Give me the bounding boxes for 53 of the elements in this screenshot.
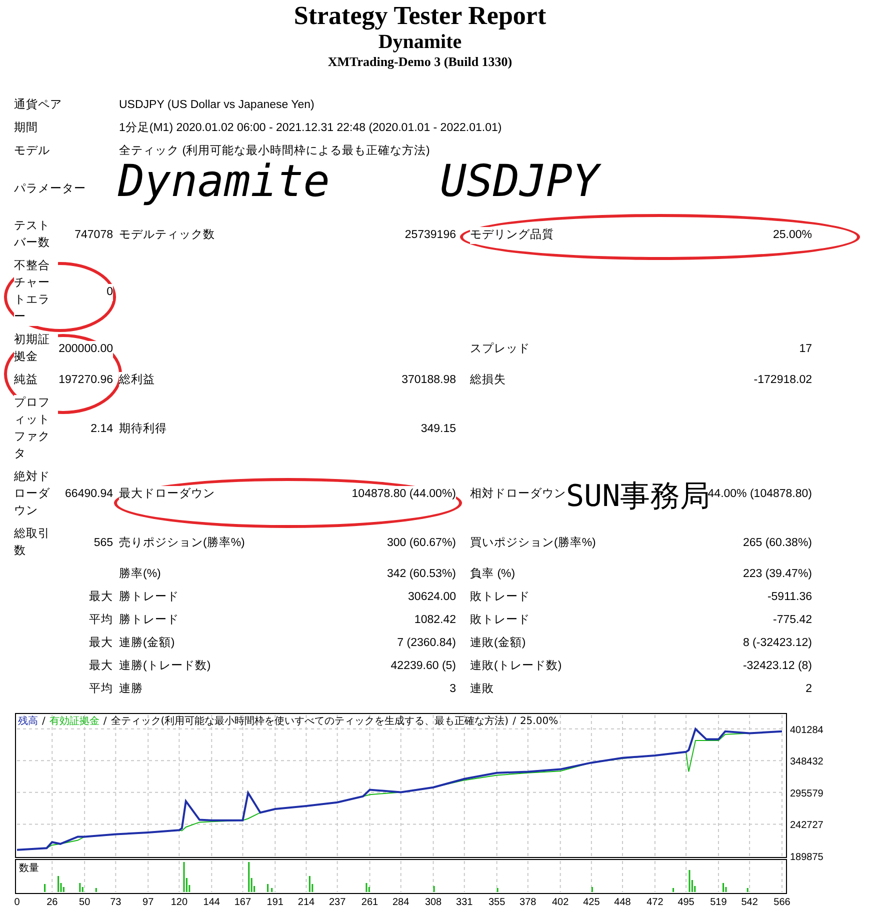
x-tick-label: 402 xyxy=(552,897,569,908)
x-tick-label: 355 xyxy=(488,897,506,908)
legend-separator: / xyxy=(42,716,46,727)
x-tick-label: 378 xyxy=(520,897,536,908)
x-tick-label: 472 xyxy=(646,897,664,908)
x-tick-label: 308 xyxy=(424,897,442,908)
y-tick-label: 242727 xyxy=(790,820,824,832)
handwritten-note: Dynamite xyxy=(118,158,330,206)
field-value: 200000.00 xyxy=(58,340,113,358)
x-tick-label: 0 xyxy=(14,897,20,908)
handwritten-note: USDJPY xyxy=(440,158,599,206)
field-label: 売りポジション(勝率%) xyxy=(119,534,245,552)
field-label: モデリング品質 xyxy=(470,226,554,244)
x-tick-label: 519 xyxy=(710,897,727,908)
x-tick-label: 191 xyxy=(266,897,284,908)
field-label: 総利益 xyxy=(119,372,155,389)
x-tick-label: 542 xyxy=(741,897,758,908)
legend-entry: 有効証拠金 xyxy=(49,716,100,727)
legend-separator: / xyxy=(512,716,516,727)
y-tick-label: 189875 xyxy=(790,852,824,863)
x-tick-label: 167 xyxy=(234,897,252,908)
field-value: 300 (60.67%) xyxy=(386,534,456,552)
x-tick-label: 50 xyxy=(79,897,90,908)
legend-quality: 25.00% xyxy=(520,716,558,727)
x-tick-label: 26 xyxy=(46,897,58,908)
server-name: XMTrading-Demo 3 (Build 1330) xyxy=(326,54,514,70)
y-tick-label: 348432 xyxy=(790,756,824,768)
x-tick-label: 425 xyxy=(583,897,600,908)
field-label: 買いポジション(勝率%) xyxy=(470,534,596,552)
x-tick-label: 144 xyxy=(203,897,220,908)
legend-note: 全ティック(利用可能な最小時間枠を使いすべてのティックを生成する、最も正確な方法) xyxy=(110,716,509,727)
field-label: 最大ドローダウン xyxy=(119,486,215,503)
y-tick-label: 401284 xyxy=(790,724,824,736)
x-tick-label: 448 xyxy=(614,897,631,908)
volume-label: 数量 xyxy=(19,863,39,874)
x-tick-label: 237 xyxy=(328,897,346,908)
y-tick-label: 295579 xyxy=(790,788,824,800)
x-tick-label: 566 xyxy=(774,897,790,908)
x-tick-label: 73 xyxy=(110,897,122,908)
x-tick-label: 214 xyxy=(298,897,315,908)
x-tick-label: 97 xyxy=(142,897,154,908)
legend-separator: / xyxy=(103,716,107,727)
x-tick-label: 331 xyxy=(456,897,473,908)
x-tick-label: 284 xyxy=(392,897,410,908)
field-label: 不整合チャートエラー xyxy=(14,258,58,326)
field-value: 265 (60.38%) xyxy=(742,534,812,552)
x-tick-label: 261 xyxy=(361,897,378,908)
x-tick-label: 495 xyxy=(678,897,694,908)
report-title: Strategy Tester Report xyxy=(292,0,548,30)
legend-entry: 残高 xyxy=(18,716,38,727)
x-tick-label: 120 xyxy=(170,897,188,908)
expert-name: Dynamite xyxy=(377,30,463,54)
field-value: 0 xyxy=(106,284,113,300)
